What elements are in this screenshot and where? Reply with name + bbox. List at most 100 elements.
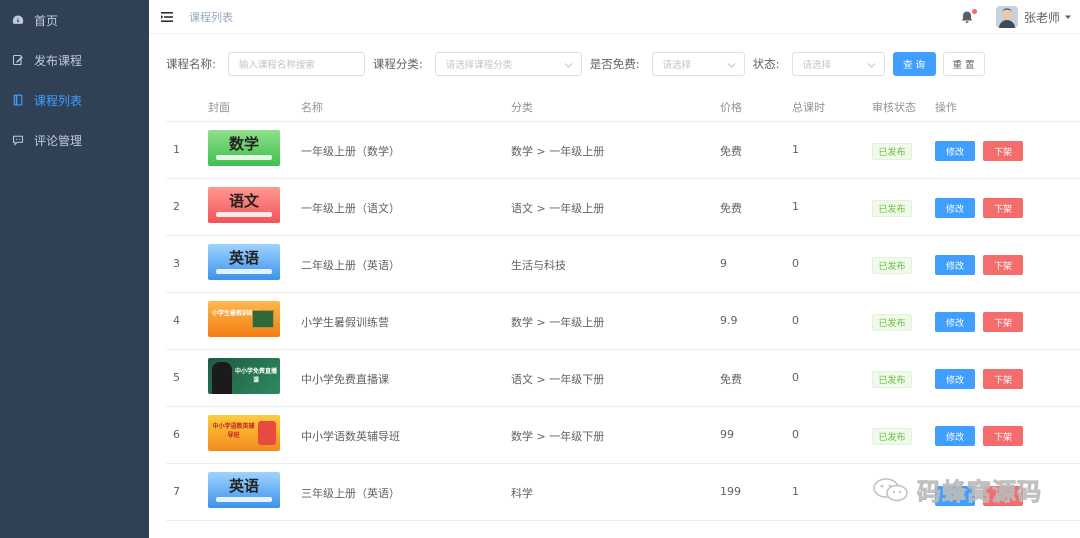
free-label: 是否免费: bbox=[589, 57, 640, 71]
course-category: 生活与科技 bbox=[511, 259, 566, 272]
sidebar-item-label: 首页 bbox=[34, 13, 59, 28]
status-select[interactable]: 请选择 bbox=[791, 52, 885, 76]
status-badge: 已发布 bbox=[872, 371, 912, 388]
course-hours: 0 bbox=[792, 371, 799, 384]
sidebar-item-publish[interactable]: 发布课程 bbox=[0, 40, 149, 80]
course-category: 数学 > 一年级上册 bbox=[511, 316, 605, 329]
comment-icon bbox=[12, 134, 24, 146]
course-name: 三年级上册（英语） bbox=[301, 487, 400, 500]
chevron-down-icon bbox=[727, 61, 736, 68]
bell-icon[interactable] bbox=[960, 9, 977, 24]
document-icon bbox=[12, 94, 24, 106]
sidebar: 首页 发布课程 课程列表 评论管理 bbox=[0, 0, 149, 538]
course-price: 9.9 bbox=[720, 314, 738, 327]
unpublish-button[interactable]: 下架 bbox=[983, 141, 1023, 161]
edit-button[interactable]: 修改 bbox=[935, 141, 975, 161]
category-label: 课程分类: bbox=[372, 57, 423, 71]
course-name: 一年级上册（语文） bbox=[301, 202, 400, 215]
username[interactable]: 张老师 bbox=[1024, 9, 1060, 26]
row-index: 1 bbox=[173, 143, 180, 156]
reset-button[interactable]: 重 置 bbox=[942, 52, 985, 76]
course-hours: 1 bbox=[792, 200, 799, 213]
row-index: 5 bbox=[173, 371, 180, 384]
status-badge: 已发布 bbox=[872, 200, 912, 217]
course-cover: 英语 bbox=[208, 472, 280, 508]
sidebar-item-course-list[interactable]: 课程列表 bbox=[0, 80, 149, 120]
course-price: 99 bbox=[720, 428, 734, 441]
table-row: 2 语文 一年级上册（语文） 语文 > 一年级上册 免费 1 已发布 修改 下架 bbox=[166, 179, 1080, 236]
row-index: 4 bbox=[173, 314, 180, 327]
course-price: 9 bbox=[720, 257, 727, 270]
header-status: 审核状态 bbox=[872, 101, 916, 114]
edit-button[interactable]: 修改 bbox=[935, 198, 975, 218]
header-category: 分类 bbox=[511, 101, 533, 114]
header-price: 价格 bbox=[720, 101, 742, 114]
status-badge: 已发布 bbox=[872, 314, 912, 331]
unpublish-button[interactable]: 下架 bbox=[983, 426, 1023, 446]
course-cover: 数学 bbox=[208, 130, 280, 166]
sidebar-item-label: 评论管理 bbox=[34, 133, 83, 148]
course-name: 小学生暑假训练营 bbox=[301, 316, 389, 329]
table-row: 5 中小学免费直播课 中小学免费直播课 语文 > 一年级下册 免费 0 已发布 … bbox=[166, 350, 1080, 407]
status-badge: 已发布 bbox=[872, 428, 912, 445]
watermark-text: 码蜂窝源码 bbox=[917, 478, 1042, 507]
search-button[interactable]: 查 询 bbox=[892, 52, 936, 76]
status-label: 状态: bbox=[752, 57, 780, 71]
breadcrumb: 课程列表 bbox=[189, 10, 233, 24]
hamburger-icon[interactable] bbox=[160, 10, 174, 24]
blackboard-icon bbox=[252, 310, 274, 328]
course-category: 科学 bbox=[511, 487, 533, 500]
edit-button[interactable]: 修改 bbox=[935, 369, 975, 389]
course-price: 免费 bbox=[720, 373, 742, 386]
course-hours: 0 bbox=[792, 428, 799, 441]
course-cover: 小学生暑假训练营 bbox=[208, 301, 280, 337]
course-hours: 0 bbox=[792, 257, 799, 270]
unpublish-button[interactable]: 下架 bbox=[983, 369, 1023, 389]
teacher-photo bbox=[212, 362, 232, 394]
course-name-input[interactable]: 输入课程名称搜索 bbox=[227, 52, 365, 76]
course-table: 封面 名称 分类 价格 总课时 审核状态 操作 1 数学 一年级上册（数学） 数… bbox=[166, 92, 1080, 521]
course-name-label: 课程名称: bbox=[166, 57, 216, 71]
sidebar-item-home[interactable]: 首页 bbox=[0, 0, 149, 40]
sidebar-item-label: 课程列表 bbox=[34, 93, 83, 108]
table-row: 4 小学生暑假训练营 小学生暑假训练营 数学 > 一年级上册 9.9 0 已发布… bbox=[166, 293, 1080, 350]
course-category: 语文 > 一年级下册 bbox=[511, 373, 605, 386]
sidebar-item-label: 发布课程 bbox=[34, 53, 83, 68]
unpublish-button[interactable]: 下架 bbox=[983, 198, 1023, 218]
table-header: 封面 名称 分类 价格 总课时 审核状态 操作 bbox=[166, 92, 1080, 122]
course-name: 一年级上册（数学） bbox=[301, 145, 400, 158]
avatar[interactable] bbox=[995, 6, 1018, 28]
header-actions: 操作 bbox=[935, 101, 957, 114]
header-name: 名称 bbox=[301, 101, 323, 114]
course-cover: 中小学免费直播课 bbox=[208, 358, 280, 394]
category-select[interactable]: 请选择课程分类 bbox=[434, 52, 582, 76]
header-hours: 总课时 bbox=[792, 101, 825, 114]
caret-down-icon[interactable] bbox=[1064, 13, 1072, 21]
course-category: 语文 > 一年级上册 bbox=[511, 202, 605, 215]
filter-bar: 课程名称: 输入课程名称搜索 课程分类: 请选择课程分类 是否免费: 请选择 状… bbox=[166, 52, 985, 76]
course-name: 中小学免费直播课 bbox=[301, 373, 389, 386]
watermark: 码蜂窝源码 bbox=[871, 472, 1042, 507]
row-index: 7 bbox=[173, 485, 180, 498]
top-navbar: 课程列表 张老师 bbox=[149, 0, 1080, 34]
table-row: 6 中小学语数英辅导班 中小学语数英辅导班 数学 > 一年级下册 99 0 已发… bbox=[166, 407, 1080, 464]
course-category: 数学 > 一年级下册 bbox=[511, 430, 605, 443]
chevron-down-icon bbox=[564, 61, 573, 68]
table-row: 3 英语 二年级上册（英语） 生活与科技 9 0 已发布 修改 下架 bbox=[166, 236, 1080, 293]
edit-button[interactable]: 修改 bbox=[935, 255, 975, 275]
unpublish-button[interactable]: 下架 bbox=[983, 255, 1023, 275]
chevron-down-icon bbox=[867, 61, 876, 68]
illustration bbox=[258, 421, 276, 445]
sidebar-item-comments[interactable]: 评论管理 bbox=[0, 120, 149, 160]
course-hours: 0 bbox=[792, 314, 799, 327]
row-index: 6 bbox=[173, 428, 180, 441]
edit-button[interactable]: 修改 bbox=[935, 312, 975, 332]
unpublish-button[interactable]: 下架 bbox=[983, 312, 1023, 332]
edit-icon bbox=[12, 54, 24, 66]
edit-button[interactable]: 修改 bbox=[935, 426, 975, 446]
course-name: 中小学语数英辅导班 bbox=[301, 430, 400, 443]
course-price: 免费 bbox=[720, 202, 742, 215]
free-select[interactable]: 请选择 bbox=[651, 52, 745, 76]
table-row: 1 数学 一年级上册（数学） 数学 > 一年级上册 免费 1 已发布 修改 下架 bbox=[166, 122, 1080, 179]
status-badge: 已发布 bbox=[872, 257, 912, 274]
